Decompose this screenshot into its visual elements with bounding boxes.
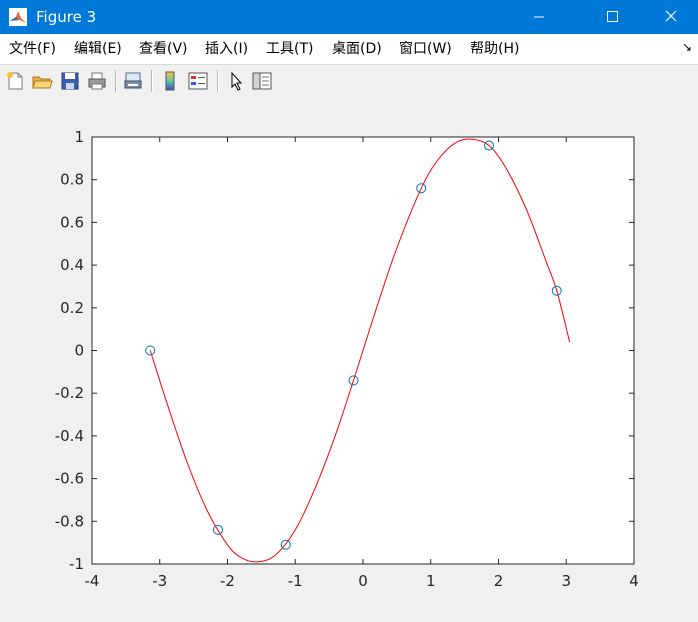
x-tick-label: -3 [152, 572, 167, 590]
toolbar-separator [115, 70, 117, 92]
y-tick-label: -1 [69, 555, 84, 573]
pointer-icon[interactable] [225, 70, 247, 92]
y-tick-label: 0.6 [60, 213, 84, 231]
property-inspector-icon[interactable] [251, 70, 273, 92]
menu-view[interactable]: 查看(V) [139, 40, 188, 58]
y-tick-labels: -1 -0.8 -0.6 -0.4 -0.2 0 0.2 0.4 0.6 0.8 1 [55, 128, 84, 573]
open-file-icon[interactable] [31, 70, 53, 92]
close-button[interactable] [646, 0, 692, 34]
minimize-button[interactable] [516, 0, 562, 34]
minimize-icon [534, 16, 544, 18]
dock-arrow-icon[interactable]: ↘ [682, 40, 692, 54]
menu-edit[interactable]: 编辑(E) [74, 40, 122, 58]
y-tick-label: -0.6 [55, 470, 84, 488]
x-tick-label: 2 [494, 572, 504, 590]
maximize-button[interactable] [584, 0, 630, 34]
x-tick-label: -2 [220, 572, 235, 590]
menu-insert[interactable]: 插入(I) [205, 40, 248, 58]
title-bar: Figure 3 [0, 0, 698, 34]
x-tick-label: 0 [358, 572, 368, 590]
x-tick-label: -1 [288, 572, 303, 590]
x-tick-label: 1 [426, 572, 436, 590]
menu-window[interactable]: 窗口(W) [399, 40, 452, 58]
new-figure-icon[interactable] [4, 70, 26, 92]
maximize-icon [607, 11, 618, 22]
menu-tools[interactable]: 工具(T) [266, 40, 313, 58]
matlab-logo-icon [9, 8, 27, 26]
x-tick-label: -4 [85, 572, 100, 590]
window-title: Figure 3 [36, 8, 97, 26]
figure-canvas[interactable]: -4 -3 -2 -1 0 1 2 3 4 -1 -0.8 -0.6 -0.4 -0.2 0 0.2 0.4 0… [0, 97, 698, 622]
y-tick-label: 0 [74, 342, 84, 360]
toolbar [0, 64, 698, 98]
y-tick-label: -0.8 [55, 512, 84, 530]
print-icon[interactable] [86, 70, 108, 92]
link-plot-icon[interactable] [122, 70, 144, 92]
line-plot[interactable]: -4 -3 -2 -1 0 1 2 3 4 -1 -0.8 -0.6 -0.4 -0.2 0 0.2 0.4 0… [0, 97, 698, 622]
x-tick-label: 3 [561, 572, 571, 590]
y-tick-label: 1 [74, 128, 84, 146]
menu-file[interactable]: 文件(F) [9, 40, 56, 58]
menu-help[interactable]: 帮助(H) [470, 40, 519, 58]
y-tick-label: -0.4 [55, 427, 84, 445]
menu-bar: 文件(F) 编辑(E) 查看(V) 插入(I) 工具(T) 桌面(D) 窗口(W… [0, 34, 698, 64]
x-tick-label: 4 [629, 572, 639, 590]
legend-icon[interactable] [187, 70, 209, 92]
toolbar-separator [217, 70, 219, 92]
save-icon[interactable] [59, 70, 81, 92]
x-tick-labels: -4 -3 -2 -1 0 1 2 3 4 [85, 572, 639, 590]
y-tick-label: -0.2 [55, 384, 84, 402]
close-icon [665, 10, 677, 22]
toolbar-separator [151, 70, 153, 92]
y-tick-label: 0.8 [60, 171, 84, 189]
menu-desktop[interactable]: 桌面(D) [332, 40, 382, 58]
colorbar-icon[interactable] [159, 70, 181, 92]
y-tick-label: 0.4 [60, 256, 84, 274]
y-tick-label: 0.2 [60, 299, 84, 317]
